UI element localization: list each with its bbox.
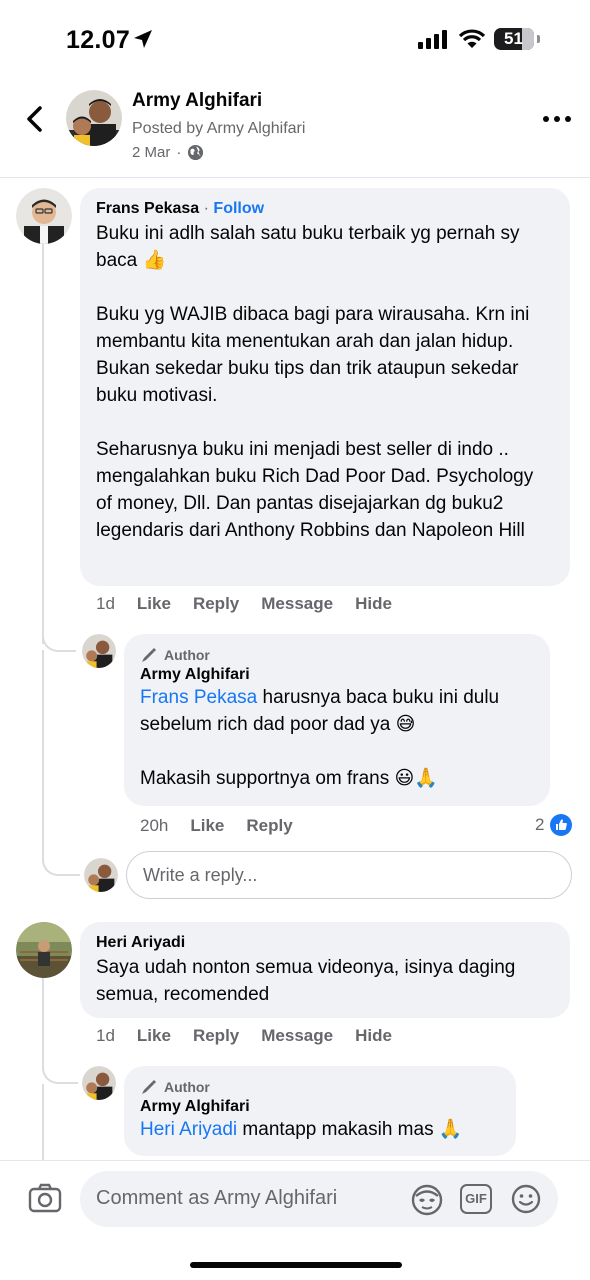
posted-by-label: Posted by Army Alghifari (132, 120, 306, 137)
write-reply-input[interactable]: Write a reply... (126, 851, 572, 899)
comment-actions: 1d Like Reply Message Hide (96, 1026, 414, 1046)
follow-button[interactable]: Follow (213, 200, 264, 217)
poster-avatar[interactable] (66, 90, 122, 146)
microphone-pen-icon (142, 1080, 156, 1094)
status-time: 12.07 (66, 26, 131, 54)
reply-bubble[interactable]: Author Army Alghifari Heri Ariyadi manta… (124, 1066, 516, 1156)
reply-bubble[interactable]: Author Army Alghifari Frans Pekasa harus… (124, 634, 550, 806)
status-bar: 12.07 51 (0, 0, 590, 80)
commenter-avatar[interactable] (16, 188, 72, 244)
author-badge: Author (140, 646, 534, 664)
author-badge: Author (140, 1078, 500, 1096)
meta-separator: · (176, 144, 182, 161)
reply-author-name[interactable]: Army Alghifari (140, 666, 534, 684)
post-header: Army Alghifari Posted by Army Alghifari … (0, 80, 590, 178)
reply-actions: 20h Like Reply (140, 816, 315, 836)
poster-name[interactable]: Army Alghifari (132, 90, 262, 112)
commenter-name[interactable]: Frans Pekasa (96, 200, 199, 217)
thread-line (42, 650, 44, 862)
gif-button[interactable]: GIF (460, 1184, 492, 1214)
back-arrow-icon[interactable] (20, 104, 50, 134)
reply-text: Heri Ariyadi mantapp makasih mas 🙏 (140, 1116, 500, 1143)
reply-author-name[interactable]: Army Alghifari (140, 1098, 500, 1116)
battery-indicator: 51 (494, 28, 540, 50)
reply-author-avatar[interactable] (82, 1066, 116, 1100)
emoji-icon[interactable] (510, 1183, 542, 1215)
like-button[interactable]: Like (190, 816, 224, 836)
comment-header: Frans Pekasa · Follow (96, 200, 554, 218)
like-button[interactable]: Like (137, 594, 171, 614)
location-arrow-icon (134, 30, 152, 48)
comment-bubble[interactable]: Frans Pekasa · Follow Buku ini adlh sala… (80, 188, 570, 586)
cellular-signal-icon (418, 30, 447, 49)
hide-button[interactable]: Hide (355, 594, 392, 614)
post-meta: 2 Mar · (132, 144, 204, 161)
author-badge-label: Author (164, 647, 210, 663)
thread-line (42, 244, 44, 644)
camera-icon[interactable] (28, 1183, 62, 1213)
comment-actions: 1d Like Reply Message Hide (96, 594, 414, 614)
reply-author-avatar[interactable] (82, 634, 116, 668)
reply-button[interactable]: Reply (246, 816, 292, 836)
reply-button[interactable]: Reply (193, 594, 239, 614)
more-options-icon[interactable] (542, 114, 572, 124)
comment-time: 1d (96, 1026, 115, 1045)
comment-bubble[interactable]: Heri Ariyadi Saya udah nonton semua vide… (80, 922, 570, 1018)
comment-time: 1d (96, 594, 115, 613)
reply-text: Frans Pekasa harusnya baca buku ini dulu… (140, 684, 534, 792)
comment-text: Buku ini adlh salah satu buku terbaik yg… (96, 223, 534, 541)
current-user-avatar (84, 858, 118, 892)
reaction-count[interactable]: 2 (535, 814, 573, 836)
thread-line (42, 978, 44, 1068)
reply-time: 20h (140, 816, 169, 835)
reply-button[interactable]: Reply (193, 1026, 239, 1046)
microphone-pen-icon (142, 648, 156, 662)
thumbs-up-reaction-icon (550, 814, 573, 836)
mention-link[interactable]: Heri Ariyadi (140, 1119, 237, 1140)
avatar-sticker-icon[interactable] (410, 1183, 444, 1217)
message-button[interactable]: Message (261, 594, 333, 614)
reply-text-body: mantapp makasih mas 🙏 (237, 1119, 463, 1140)
comment-input[interactable]: Comment as Army Alghifari GIF (80, 1171, 558, 1227)
wifi-icon (458, 29, 486, 48)
comment-text: Saya udah nonton semua videonya, isinya … (96, 957, 521, 1005)
author-badge-label: Author (164, 1079, 210, 1095)
like-count: 2 (535, 815, 545, 834)
battery-level: 51 (504, 29, 523, 48)
commenter-avatar[interactable] (16, 922, 72, 978)
thread-line (42, 1084, 44, 1160)
globe-icon (188, 144, 204, 161)
message-button[interactable]: Message (261, 1026, 333, 1046)
mention-link[interactable]: Frans Pekasa (140, 687, 257, 708)
thread-line-curve (42, 634, 76, 652)
gif-label: GIF (465, 1191, 487, 1206)
like-button[interactable]: Like (137, 1026, 171, 1046)
hide-button[interactable]: Hide (355, 1026, 392, 1046)
commenter-name[interactable]: Heri Ariyadi (96, 934, 554, 952)
comment-placeholder: Comment as Army Alghifari (96, 1187, 338, 1209)
thread-line-curve (42, 858, 80, 876)
follow-separator: · (203, 200, 209, 217)
post-date: 2 Mar (132, 144, 171, 161)
home-indicator (190, 1262, 402, 1268)
thread-line-curve (42, 1066, 78, 1084)
